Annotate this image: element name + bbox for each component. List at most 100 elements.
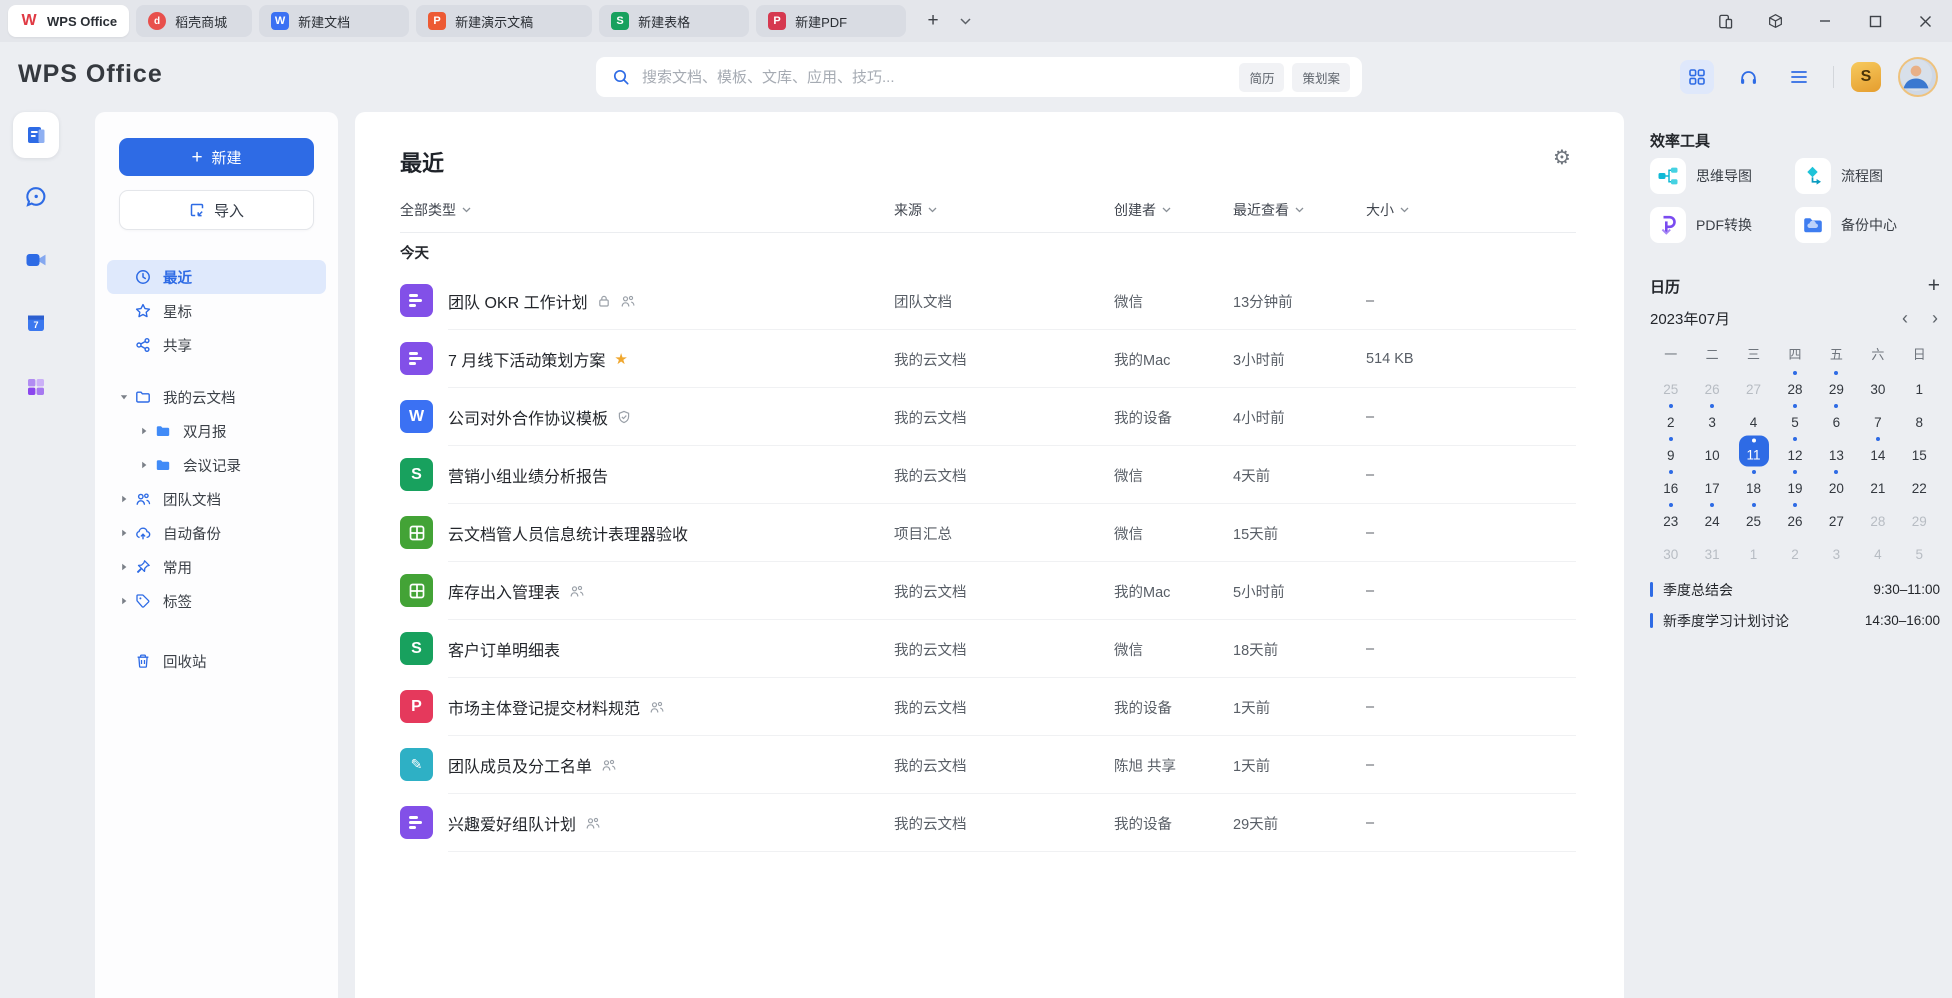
calendar-day-selected[interactable]: 11 — [1733, 434, 1774, 467]
calendar-day[interactable]: 28 — [1857, 500, 1898, 533]
calendar-day[interactable]: 13 — [1816, 434, 1857, 467]
file-row[interactable]: S营销小组业绩分析报告我的云文档微信4天前– — [355, 446, 1624, 504]
calendar-day[interactable]: 9 — [1650, 434, 1691, 467]
support-headset-icon[interactable] — [1731, 60, 1765, 94]
rail-item-documents[interactable] — [13, 112, 59, 158]
gear-icon[interactable]: ⚙ — [1553, 148, 1571, 168]
calendar-day[interactable]: 5 — [1899, 533, 1940, 566]
sidebar-item-团队文档[interactable]: 团队文档 — [107, 482, 326, 516]
calendar-event[interactable]: 季度总结会9:30–11:00 — [1650, 574, 1940, 605]
sidebar-item-共享[interactable]: 共享 — [107, 328, 326, 362]
search-tag-plan[interactable]: 策划案 — [1292, 63, 1350, 92]
window-tab-2[interactable]: d稻壳商城 — [136, 5, 252, 37]
caret-right-icon[interactable] — [119, 494, 135, 504]
calendar-day[interactable]: 16 — [1650, 467, 1691, 500]
rail-item-calendar[interactable]: 7 — [13, 300, 59, 346]
file-row[interactable]: 库存出入管理表我的云文档我的Mac5小时前– — [355, 562, 1624, 620]
calendar-day[interactable]: 26 — [1691, 368, 1732, 401]
tool-pdf-convert[interactable]: PDF转换 — [1650, 207, 1795, 243]
avatar[interactable] — [1898, 57, 1938, 97]
minimize-button[interactable] — [1812, 8, 1838, 34]
calendar-day[interactable]: 12 — [1774, 434, 1815, 467]
file-row[interactable]: 云文档管人员信息统计表理器验收项目汇总微信15天前– — [355, 504, 1624, 562]
tool-flowchart[interactable]: 流程图 — [1795, 158, 1940, 194]
filter-来源[interactable]: 来源 — [894, 200, 937, 220]
caret-down-icon[interactable] — [119, 392, 135, 402]
tool-backup-center[interactable]: 备份中心 — [1795, 207, 1940, 243]
calendar-day[interactable]: 1 — [1899, 368, 1940, 401]
calendar-day[interactable]: 26 — [1774, 500, 1815, 533]
file-row[interactable]: 兴趣爱好组队计划我的云文档我的设备29天前– — [355, 794, 1624, 852]
calendar-day[interactable]: 15 — [1899, 434, 1940, 467]
caret-right-icon[interactable] — [139, 460, 155, 470]
calendar-day[interactable]: 8 — [1899, 401, 1940, 434]
calendar-day[interactable]: 4 — [1733, 401, 1774, 434]
calendar-day[interactable]: 3 — [1691, 401, 1732, 434]
calendar-day[interactable]: 14 — [1857, 434, 1898, 467]
menu-icon[interactable] — [1782, 60, 1816, 94]
calendar-day[interactable]: 5 — [1774, 401, 1815, 434]
calendar-day[interactable]: 19 — [1774, 467, 1815, 500]
caret-right-icon[interactable] — [119, 528, 135, 538]
filter-最近查看[interactable]: 最近查看 — [1233, 200, 1304, 220]
mobile-sync-icon[interactable] — [1712, 8, 1738, 34]
calendar-day[interactable]: 30 — [1650, 533, 1691, 566]
sidebar-item-我的云文档[interactable]: 我的云文档 — [107, 380, 326, 414]
rail-item-meetings[interactable] — [13, 237, 59, 283]
calendar-day[interactable]: 21 — [1857, 467, 1898, 500]
maximize-button[interactable] — [1862, 8, 1888, 34]
apps-grid-icon[interactable] — [1680, 60, 1714, 94]
calendar-day[interactable]: 29 — [1899, 500, 1940, 533]
calendar-event[interactable]: 新季度学习计划讨论14:30–16:00 — [1650, 605, 1940, 636]
calendar-day[interactable]: 18 — [1733, 467, 1774, 500]
file-row[interactable]: S客户订单明细表我的云文档微信18天前– — [355, 620, 1624, 678]
calendar-day[interactable]: 30 — [1857, 368, 1898, 401]
sidebar-item-标签[interactable]: 标签 — [107, 584, 326, 618]
calendar-next-icon[interactable]: › — [1920, 308, 1940, 329]
file-row[interactable]: P市场主体登记提交材料规范我的云文档我的设备1天前– — [355, 678, 1624, 736]
calendar-day[interactable]: 2 — [1774, 533, 1815, 566]
member-badge[interactable]: S — [1851, 62, 1881, 92]
sidebar-item-双月报[interactable]: 双月报 — [107, 414, 326, 448]
window-tab-3[interactable]: W新建文档 — [259, 5, 409, 37]
filter-创建者[interactable]: 创建者 — [1114, 200, 1171, 220]
calendar-day[interactable]: 2 — [1650, 401, 1691, 434]
calendar-day[interactable]: 17 — [1691, 467, 1732, 500]
sidebar-item-星标[interactable]: 星标 — [107, 294, 326, 328]
new-document-button[interactable]: + 新建 — [119, 138, 314, 176]
calendar-day[interactable]: 1 — [1733, 533, 1774, 566]
rail-item-apps[interactable] — [13, 364, 59, 410]
tab-list-chevron-down-icon[interactable] — [954, 7, 976, 35]
calendar-day[interactable]: 31 — [1691, 533, 1732, 566]
filter-大小[interactable]: 大小 — [1366, 200, 1409, 220]
window-tab-4[interactable]: P新建演示文稿 — [416, 5, 592, 37]
import-button[interactable]: 导入 — [119, 190, 314, 230]
calendar-day[interactable]: 29 — [1816, 368, 1857, 401]
calendar-day[interactable]: 24 — [1691, 500, 1732, 533]
file-row[interactable]: 7 月线下活动策划方案★我的云文档我的Mac3小时前514 KB — [355, 330, 1624, 388]
window-tab-6[interactable]: P新建PDF — [756, 5, 906, 37]
calendar-day[interactable]: 20 — [1816, 467, 1857, 500]
rail-item-messages[interactable] — [13, 174, 59, 220]
sidebar-item-常用[interactable]: 常用 — [107, 550, 326, 584]
calendar-day[interactable]: 27 — [1816, 500, 1857, 533]
window-tab-5[interactable]: S新建表格 — [599, 5, 749, 37]
sidebar-item-回收站[interactable]: 回收站 — [107, 644, 326, 678]
calendar-day[interactable]: 10 — [1691, 434, 1732, 467]
calendar-day[interactable]: 25 — [1650, 368, 1691, 401]
calendar-day[interactable]: 3 — [1816, 533, 1857, 566]
workspace-cube-icon[interactable] — [1762, 8, 1788, 34]
filter-全部类型[interactable]: 全部类型 — [400, 200, 471, 220]
calendar-day[interactable]: 25 — [1733, 500, 1774, 533]
caret-right-icon[interactable] — [119, 562, 135, 572]
file-row[interactable]: W公司对外合作协议模板我的云文档我的设备4小时前– — [355, 388, 1624, 446]
calendar-day[interactable]: 6 — [1816, 401, 1857, 434]
file-row[interactable]: 团队 OKR 工作计划团队文档微信13分钟前– — [355, 272, 1624, 330]
window-tab-1[interactable]: WWPS Office — [8, 5, 129, 37]
sidebar-item-会议记录[interactable]: 会议记录 — [107, 448, 326, 482]
calendar-day[interactable]: 7 — [1857, 401, 1898, 434]
tool-mindmap[interactable]: 思维导图 — [1650, 158, 1795, 194]
calendar-prev-icon[interactable]: ‹ — [1890, 308, 1920, 329]
calendar-day[interactable]: 22 — [1899, 467, 1940, 500]
search-input[interactable] — [640, 68, 1231, 87]
